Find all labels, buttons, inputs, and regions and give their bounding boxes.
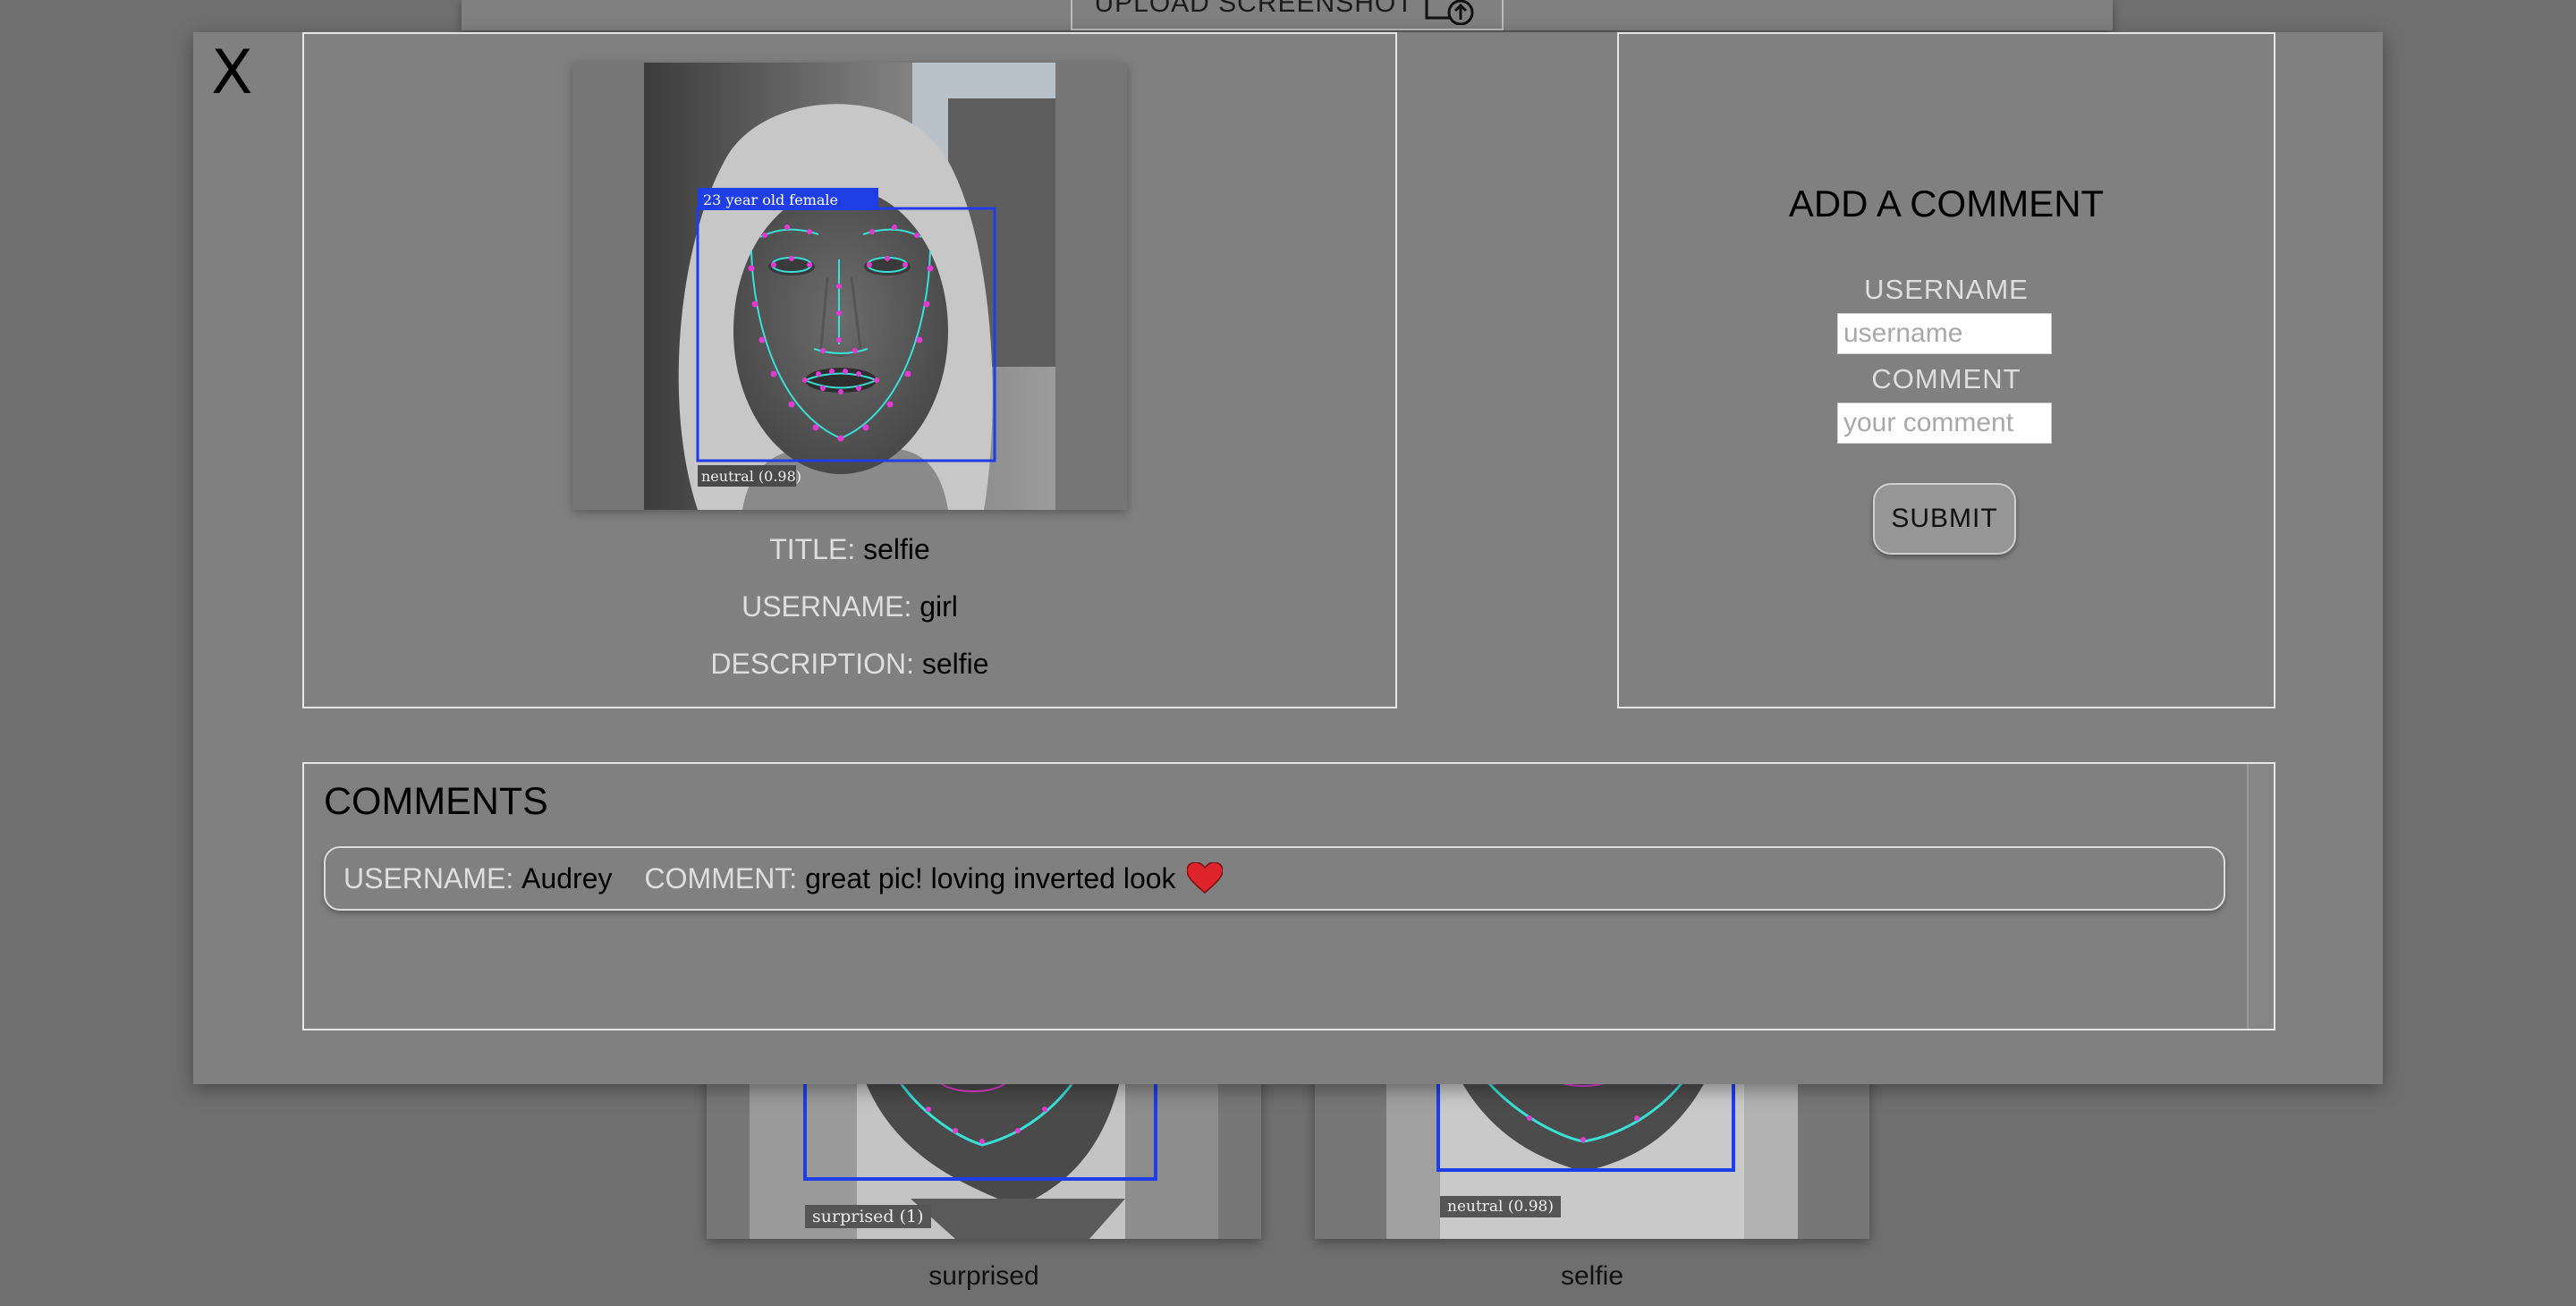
upload-icon — [1425, 0, 1474, 25]
description-key: DESCRIPTION: — [710, 648, 914, 680]
comment-input[interactable] — [1837, 403, 2052, 444]
username-input[interactable] — [1837, 313, 2052, 354]
comment-username-key: USERNAME: — [343, 861, 514, 895]
post-username-line: USERNAME: girl — [304, 590, 1395, 623]
comments-scrollbar[interactable] — [2247, 764, 2274, 1029]
gallery-caption: selfie — [1560, 1261, 1624, 1291]
title-value: selfie — [863, 533, 930, 565]
emotion-label: neutral (0.98) — [1440, 1196, 1562, 1217]
comment-item: USERNAME: Audrey COMMENT: great pic! lov… — [324, 846, 2225, 911]
description-value: selfie — [921, 648, 989, 680]
username-key: USERNAME: — [741, 590, 912, 623]
comment-label: COMMENT — [1871, 363, 2021, 394]
username-value: girl — [919, 590, 958, 623]
comment-text-key: COMMENT: — [644, 861, 798, 895]
submit-button[interactable]: SUBMIT — [1873, 483, 2016, 555]
comments-panel: COMMENTS USERNAME: Audrey COMMENT: great… — [302, 762, 2275, 1030]
age-label: 23 year old female — [703, 191, 838, 208]
username-label: USERNAME — [1864, 274, 2029, 305]
comments-title: COMMENTS — [324, 780, 548, 823]
upload-screenshot-button[interactable]: UPLOAD SCREENSHOT — [1071, 0, 1504, 30]
add-comment-title: ADD A COMMENT — [1788, 182, 2105, 225]
emotion-label: neutral (0.98) — [701, 468, 801, 485]
post-detail-modal: X 23 year old female neutral (0.98) TITL… — [193, 32, 2383, 1084]
comment-username: Audrey — [521, 861, 613, 895]
post-description-line: DESCRIPTION: selfie — [304, 648, 1395, 681]
add-comment-panel: ADD A COMMENT USERNAME COMMENT SUBMIT — [1617, 32, 2275, 708]
post-image: 23 year old female neutral (0.98) — [644, 63, 1055, 510]
post-image-frame: 23 year old female neutral (0.98) — [572, 63, 1127, 510]
close-button[interactable]: X — [211, 43, 253, 104]
gallery-caption: surprised — [928, 1261, 1039, 1291]
post-title-line: TITLE: selfie — [304, 533, 1395, 566]
post-details-panel: 23 year old female neutral (0.98) TITLE:… — [302, 32, 1397, 708]
emotion-label: surprised (1) — [805, 1205, 931, 1228]
heart-icon — [1186, 862, 1223, 894]
upload-label: UPLOAD SCREENSHOT — [1094, 0, 1414, 18]
comment-text: great pic! loving inverted look — [805, 861, 1176, 895]
title-key: TITLE: — [769, 533, 856, 565]
